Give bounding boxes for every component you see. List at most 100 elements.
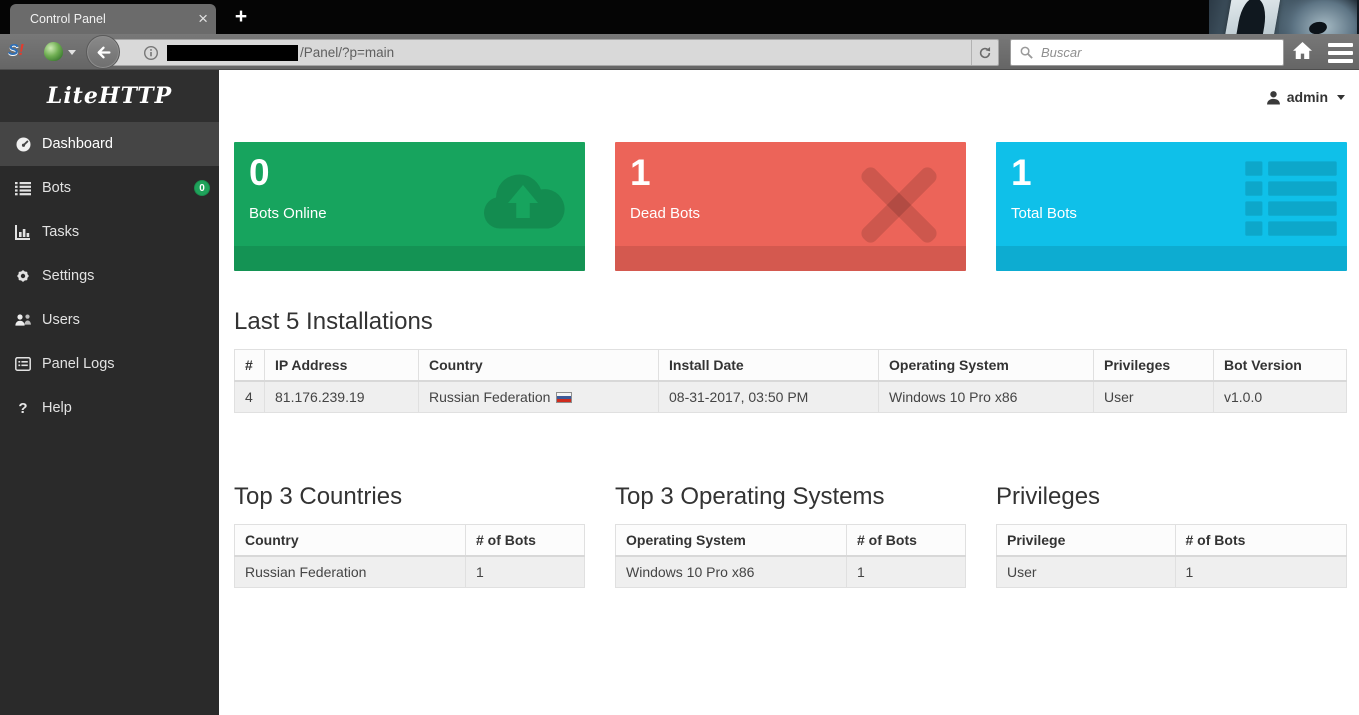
sidebar-item-dashboard[interactable]: Dashboard bbox=[0, 122, 219, 166]
cell-os: Windows 10 Pro x86 bbox=[616, 556, 847, 588]
col-header: Operating System bbox=[616, 525, 847, 557]
cell-count: 1 bbox=[847, 556, 966, 588]
col-header: # of Bots bbox=[847, 525, 966, 557]
cloud-upload-icon bbox=[475, 158, 571, 241]
menu-button[interactable] bbox=[1328, 43, 1353, 63]
info-icon[interactable] bbox=[143, 45, 159, 61]
hamburger-icon bbox=[1328, 43, 1353, 47]
username-dropdown[interactable]: admin bbox=[1287, 89, 1328, 105]
user-avatar-icon bbox=[1266, 90, 1281, 105]
privileges-title: Privileges bbox=[996, 483, 1347, 511]
sidebar-item-label: Settings bbox=[42, 268, 94, 284]
sidebar-item-label: Dashboard bbox=[42, 136, 113, 152]
tasks-chart-icon bbox=[14, 224, 32, 240]
sidebar-item-tasks[interactable]: Tasks bbox=[0, 210, 219, 254]
sidebar-item-settings[interactable]: Settings bbox=[0, 254, 219, 298]
home-button[interactable] bbox=[1291, 41, 1314, 65]
bots-online-card[interactable]: 0 Bots Online bbox=[234, 142, 585, 271]
top-os-section: Top 3 Operating Systems Operating System… bbox=[615, 483, 966, 588]
chevron-down-icon[interactable] bbox=[1337, 95, 1345, 100]
cell-os: Windows 10 Pro x86 bbox=[879, 381, 1094, 413]
torbutton-onion-icon[interactable] bbox=[44, 42, 63, 61]
sidebar-item-users[interactable]: Users bbox=[0, 298, 219, 342]
russian-federation-flag-icon bbox=[556, 392, 572, 403]
sidebar-item-help[interactable]: ? Help bbox=[0, 386, 219, 430]
card-footer-strip bbox=[234, 246, 585, 271]
col-header: # bbox=[235, 350, 265, 382]
scrapbook-addon-icon[interactable]: S! bbox=[8, 42, 24, 60]
card-footer-strip bbox=[615, 246, 966, 271]
cell-count: 1 bbox=[466, 556, 585, 588]
reload-button[interactable] bbox=[971, 40, 998, 65]
tab-bar: Control Panel × + bbox=[0, 0, 1359, 34]
privileges-section: Privileges Privilege # of Bots User 1 bbox=[996, 483, 1347, 588]
total-bots-card[interactable]: 1 Total Bots bbox=[996, 142, 1347, 271]
installations-table: # IP Address Country Install Date Operat… bbox=[234, 349, 1347, 413]
privileges-table: Privilege # of Bots User 1 bbox=[996, 524, 1347, 588]
panel-logs-icon bbox=[14, 357, 32, 371]
cell-privilege: User bbox=[997, 556, 1176, 588]
cell-id: 4 bbox=[235, 381, 265, 413]
col-header: Install Date bbox=[659, 350, 879, 382]
torbutton-caret-icon[interactable] bbox=[68, 50, 76, 55]
users-icon bbox=[14, 312, 32, 328]
reload-icon bbox=[978, 46, 992, 60]
top-user-bar: admin bbox=[219, 70, 1359, 124]
table-row: Russian Federation 1 bbox=[235, 556, 585, 588]
cell-country: Russian Federation bbox=[419, 381, 659, 413]
col-header: IP Address bbox=[265, 350, 419, 382]
search-placeholder: Buscar bbox=[1041, 45, 1081, 60]
dead-bots-card[interactable]: 1 Dead Bots bbox=[615, 142, 966, 271]
search-input[interactable]: Buscar bbox=[1010, 39, 1284, 66]
gear-icon bbox=[14, 268, 32, 284]
new-tab-button[interactable]: + bbox=[228, 7, 254, 29]
home-icon bbox=[1291, 41, 1314, 60]
sidebar-item-label: Users bbox=[42, 312, 80, 328]
dashboard-icon bbox=[14, 136, 32, 153]
search-icon bbox=[1019, 45, 1034, 60]
col-header: Country bbox=[419, 350, 659, 382]
top-countries-section: Top 3 Countries Country # of Bots Russia… bbox=[234, 483, 585, 588]
col-header: Country bbox=[235, 525, 466, 557]
top-os-title: Top 3 Operating Systems bbox=[615, 483, 966, 511]
top-countries-title: Top 3 Countries bbox=[234, 483, 585, 511]
tab-title: Control Panel bbox=[30, 12, 106, 26]
cell-ip: 81.176.239.19 bbox=[265, 381, 419, 413]
card-footer-strip bbox=[996, 246, 1347, 271]
browser-tab[interactable]: Control Panel × bbox=[10, 4, 216, 34]
cell-country: Russian Federation bbox=[235, 556, 466, 588]
col-header: Operating System bbox=[879, 350, 1094, 382]
app-logo: LiteHTTP bbox=[0, 70, 219, 122]
sidebar: LiteHTTP Dashboard Bots 0 Tasks Setting bbox=[0, 70, 219, 715]
stat-cards-row: 0 Bots Online 1 Dead Bots 1 bbox=[234, 142, 1347, 271]
bots-count-badge: 0 bbox=[194, 180, 210, 196]
sidebar-item-bots[interactable]: Bots 0 bbox=[0, 166, 219, 210]
bots-list-icon bbox=[14, 180, 32, 196]
col-header: # of Bots bbox=[1175, 525, 1347, 557]
redacted-host bbox=[167, 45, 298, 61]
table-row: Windows 10 Pro x86 1 bbox=[616, 556, 966, 588]
cell-count: 1 bbox=[1175, 556, 1347, 588]
top-os-table: Operating System # of Bots Windows 10 Pr… bbox=[615, 524, 966, 588]
sidebar-item-label: Panel Logs bbox=[42, 356, 115, 372]
col-header: # of Bots bbox=[466, 525, 585, 557]
sidebar-item-label: Bots bbox=[42, 180, 71, 196]
cell-bot-version: v1.0.0 bbox=[1214, 381, 1347, 413]
top-countries-table: Country # of Bots Russian Federation 1 bbox=[234, 524, 585, 588]
col-header: Privilege bbox=[997, 525, 1176, 557]
table-row: User 1 bbox=[997, 556, 1347, 588]
sidebar-item-label: Help bbox=[42, 400, 72, 416]
back-button[interactable] bbox=[86, 35, 120, 69]
tab-close-icon[interactable]: × bbox=[198, 4, 208, 34]
th-list-icon bbox=[1245, 160, 1337, 245]
x-mark-icon bbox=[856, 162, 942, 253]
col-header: Privileges bbox=[1094, 350, 1214, 382]
url-bar[interactable]: /Panel/?p=main bbox=[112, 39, 999, 66]
col-header: Bot Version bbox=[1214, 350, 1347, 382]
help-icon: ? bbox=[14, 400, 32, 417]
installations-title: Last 5 Installations bbox=[234, 308, 1347, 336]
table-row: 4 81.176.239.19 Russian Federation 08-31… bbox=[235, 381, 1347, 413]
url-path: /Panel/?p=main bbox=[300, 45, 394, 60]
sidebar-item-panel-logs[interactable]: Panel Logs bbox=[0, 342, 219, 386]
back-arrow-icon bbox=[95, 44, 112, 61]
